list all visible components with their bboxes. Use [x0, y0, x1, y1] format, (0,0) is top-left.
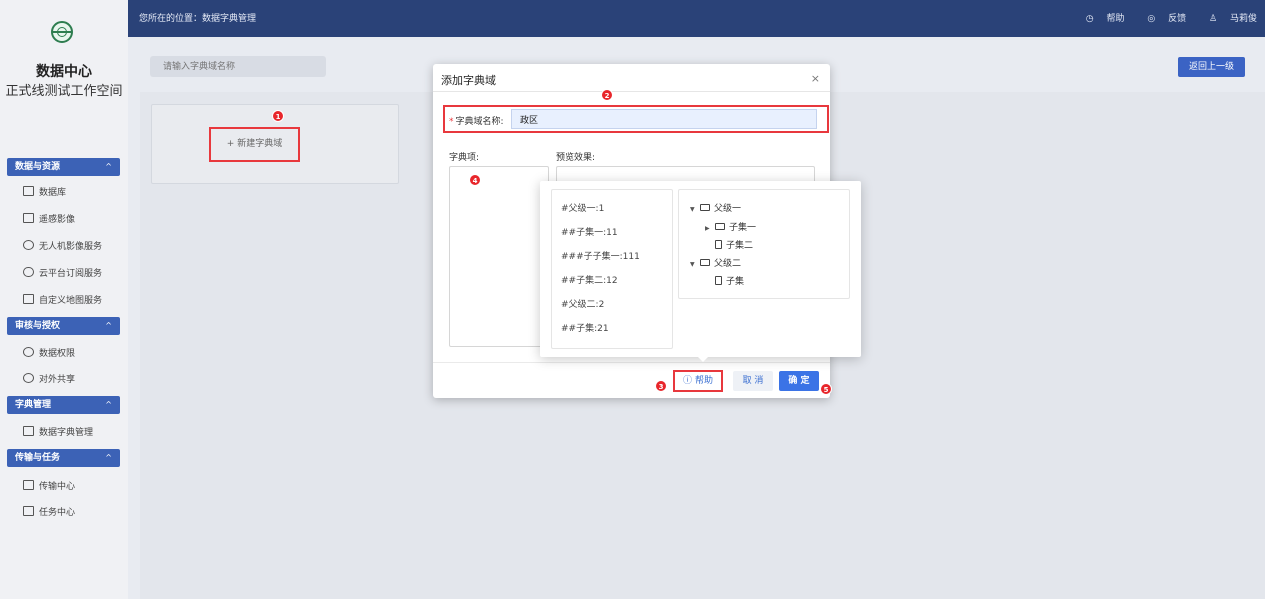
image-icon: [23, 213, 34, 223]
section-data-resources[interactable]: 数据与资源 ^: [7, 158, 120, 176]
sidebar-item-drone[interactable]: 无人机影像服务: [23, 239, 102, 255]
marker-1: 1: [272, 110, 284, 122]
example-line: ###子子集一:111: [561, 252, 640, 262]
back-button[interactable]: 返回上一级: [1178, 57, 1245, 77]
confirm-button[interactable]: 确 定: [779, 371, 819, 391]
items-label: 字典项:: [449, 153, 480, 163]
sidebar-item-transfer-center[interactable]: 传输中心: [23, 479, 75, 495]
user-menu[interactable]: ♙ 马莉俊: [1199, 14, 1257, 24]
sidebar: 数据中心 正式线测试工作空间 数据与资源 ^ 数据库 遥感影像 无人机影像服务 …: [0, 0, 128, 599]
info-icon: ⓘ: [683, 376, 693, 386]
sidebar-item-cloud-subscription[interactable]: 云平台订阅服务: [23, 266, 102, 282]
file-icon: [715, 276, 722, 285]
chat-icon: ◎: [1147, 14, 1156, 24]
tree-node[interactable]: 子集: [715, 274, 744, 287]
user-icon: ♙: [1209, 14, 1218, 24]
sidebar-item-data-permission[interactable]: 数据权限: [23, 346, 75, 362]
popover-arrow: [697, 356, 709, 362]
sidebar-item-custom-map[interactable]: 自定义地图服务: [23, 293, 102, 309]
tree-node[interactable]: ▼ 父级二: [690, 256, 741, 269]
marker-3: 3: [655, 380, 667, 392]
new-dict-button[interactable]: + 新建字典域: [209, 127, 300, 162]
feedback-link[interactable]: ◎ 反馈: [1137, 14, 1186, 24]
marker-5: 5: [820, 383, 832, 395]
search-input[interactable]: [150, 56, 326, 77]
app-title: 数据中心: [36, 64, 92, 80]
chevron-up-icon: ^: [105, 321, 112, 330]
marker-4: 4: [469, 174, 481, 186]
map-icon: [23, 294, 34, 304]
close-icon[interactable]: ×: [811, 72, 820, 85]
workspace-name: 正式线测试工作空间: [5, 84, 123, 99]
dictionary-icon: [23, 426, 34, 436]
caret-right-icon: ▶: [705, 225, 710, 232]
section-transfer-tasks[interactable]: 传输与任务 ^: [7, 449, 120, 467]
caret-down-icon: ▼: [690, 261, 695, 268]
help-popover: #父级一:1 ##子集一:11 ###子子集一:111 ##子集二:12 #父级…: [540, 181, 861, 362]
chevron-up-icon: ^: [105, 453, 112, 462]
shield-icon: [23, 347, 34, 357]
section-dictionary[interactable]: 字典管理 ^: [7, 396, 120, 414]
cancel-button[interactable]: 取 消: [733, 371, 773, 391]
folder-icon: [715, 223, 725, 230]
marker-2: 2: [601, 89, 613, 101]
example-line: ##子集二:12: [561, 276, 618, 286]
sidebar-item-remote-sensing[interactable]: 遥感影像: [23, 212, 75, 228]
question-icon: ◷: [1085, 14, 1094, 24]
breadcrumb: 您所在的位置：数据字典管理: [139, 14, 257, 24]
example-line: ##子集一:11: [561, 228, 618, 238]
dict-name-input[interactable]: [511, 109, 817, 129]
cloud-icon: [23, 267, 34, 277]
name-row: * 字典域名称:: [443, 105, 829, 133]
tree-node[interactable]: ▼ 父级一: [690, 201, 741, 214]
dict-items-textarea[interactable]: [449, 166, 549, 347]
dialog-title: 添加字典域: [441, 74, 496, 87]
sidebar-item-external-share[interactable]: 对外共享: [23, 372, 75, 388]
example-line: #父级二:2: [561, 300, 605, 310]
section-review-auth[interactable]: 审核与授权 ^: [7, 317, 120, 335]
drone-icon: [23, 240, 34, 250]
transfer-icon: [23, 480, 34, 490]
tree-node[interactable]: 子集二: [715, 238, 753, 251]
topbar-actions: ◷ 帮助 ◎ 反馈 ♙ 马莉俊: [1066, 11, 1257, 24]
folder-open-icon: [700, 259, 710, 266]
help-button[interactable]: ⓘ 帮助: [673, 370, 723, 392]
globe-logo-icon: [51, 21, 73, 43]
chevron-up-icon: ^: [105, 162, 112, 171]
task-icon: [23, 506, 34, 516]
topbar: 您所在的位置：数据字典管理 ◷ 帮助 ◎ 反馈 ♙ 马莉俊: [128, 0, 1265, 37]
preview-label: 预览效果:: [556, 153, 596, 163]
tree-node[interactable]: ▶ 子集一: [705, 220, 756, 233]
file-icon: [715, 240, 722, 249]
required-mark: *: [449, 117, 454, 127]
divider: [433, 91, 830, 92]
caret-down-icon: ▼: [690, 206, 695, 213]
sidebar-item-task-center[interactable]: 任务中心: [23, 505, 75, 521]
example-line: ##子集:21: [561, 324, 609, 334]
example-line: #父级一:1: [561, 204, 605, 214]
sidebar-item-data-dictionary[interactable]: 数据字典管理: [23, 425, 93, 441]
name-label: * 字典域名称:: [449, 117, 504, 127]
folder-open-icon: [700, 204, 710, 211]
section-label: 数据与资源: [15, 162, 61, 172]
database-icon: [23, 186, 34, 196]
sidebar-item-database[interactable]: 数据库: [23, 185, 66, 201]
example-list: #父级一:1 ##子集一:11 ###子子集一:111 ##子集二:12 #父级…: [551, 189, 673, 349]
help-link[interactable]: ◷ 帮助: [1076, 14, 1125, 24]
tree-preview: ▼ 父级一 ▶ 子集一 子集二 ▼ 父级二 子集: [678, 189, 850, 299]
share-icon: [23, 373, 34, 383]
chevron-up-icon: ^: [105, 400, 112, 409]
footer-divider: [433, 362, 830, 363]
